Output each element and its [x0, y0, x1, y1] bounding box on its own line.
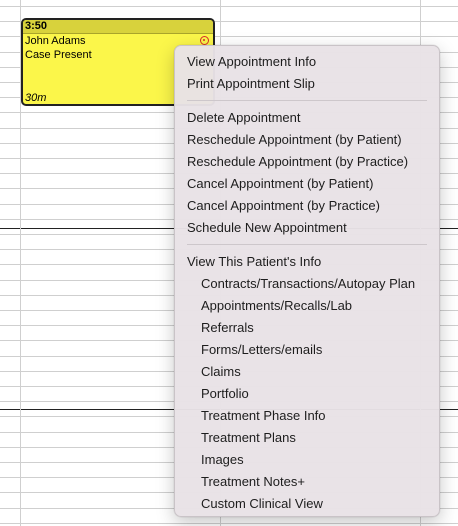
menu-item-cancel-by-patient[interactable]: Cancel Appointment (by Patient): [175, 173, 439, 195]
menu-item-claims[interactable]: Claims: [175, 361, 439, 383]
appointment-duration: 30m: [25, 92, 47, 104]
appointment-time: 3:50: [23, 20, 213, 34]
context-menu: View Appointment Info Print Appointment …: [174, 45, 440, 517]
menu-item-delete-appointment[interactable]: Delete Appointment: [175, 107, 439, 129]
grid-row-line: [0, 6, 458, 7]
menu-item-treatment-notes[interactable]: Treatment Notes+: [175, 471, 439, 493]
menu-item-images[interactable]: Images: [175, 449, 439, 471]
grid-row-line: [0, 523, 458, 524]
menu-item-forms-letters-emails[interactable]: Forms/Letters/emails: [175, 339, 439, 361]
status-circle-icon: [200, 36, 209, 45]
menu-item-treatment-plans[interactable]: Treatment Plans: [175, 427, 439, 449]
menu-item-schedule-new-appointment[interactable]: Schedule New Appointment: [175, 217, 439, 239]
menu-item-view-patient-info[interactable]: View This Patient's Info: [175, 251, 439, 273]
menu-item-appointments-recalls-lab[interactable]: Appointments/Recalls/Lab: [175, 295, 439, 317]
menu-item-print-appointment-slip[interactable]: Print Appointment Slip: [175, 73, 439, 95]
menu-item-referrals[interactable]: Referrals: [175, 317, 439, 339]
menu-item-contracts-transactions[interactable]: Contracts/Transactions/Autopay Plan: [175, 273, 439, 295]
menu-item-cancel-by-practice[interactable]: Cancel Appointment (by Practice): [175, 195, 439, 217]
menu-item-reschedule-by-practice[interactable]: Reschedule Appointment (by Practice): [175, 151, 439, 173]
menu-item-reschedule-by-patient[interactable]: Reschedule Appointment (by Patient): [175, 129, 439, 151]
menu-item-view-appointment-info[interactable]: View Appointment Info: [175, 51, 439, 73]
menu-item-custom-clinical-view[interactable]: Custom Clinical View: [175, 493, 439, 515]
menu-item-treatment-phase-info[interactable]: Treatment Phase Info: [175, 405, 439, 427]
menu-item-portfolio[interactable]: Portfolio: [175, 383, 439, 405]
menu-separator: [187, 100, 427, 101]
menu-separator: [187, 244, 427, 245]
